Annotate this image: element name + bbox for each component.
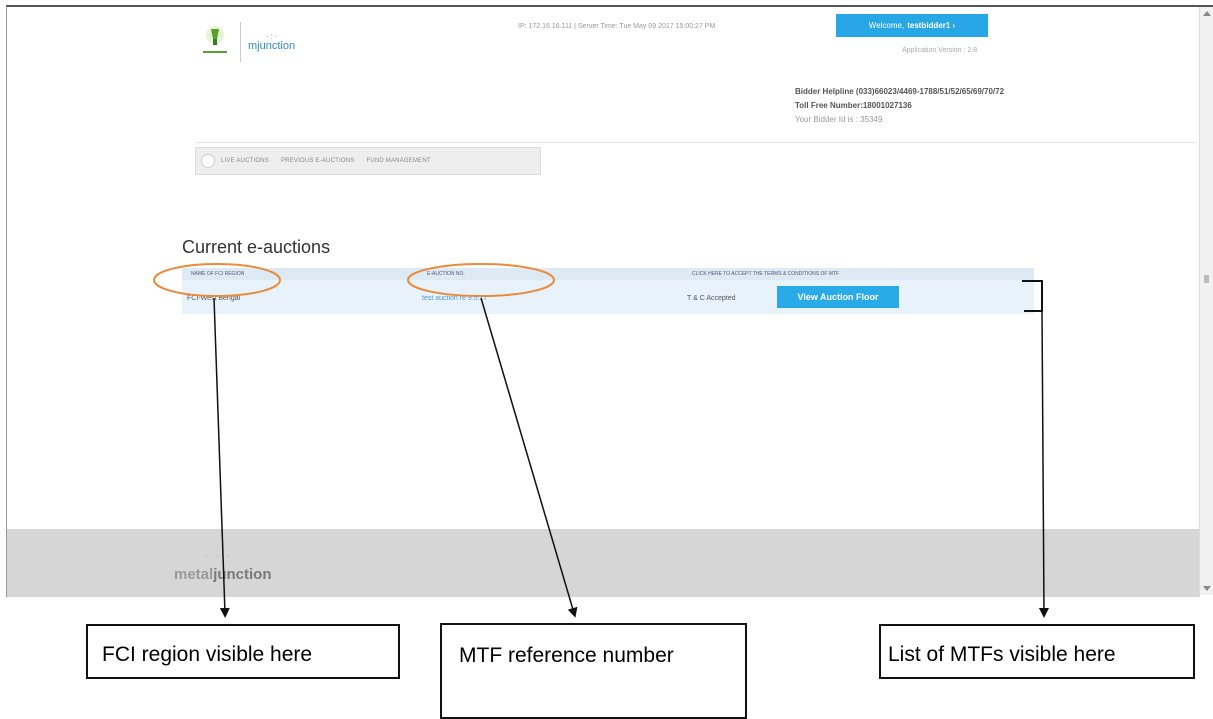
scroll-down-icon[interactable] (1203, 586, 1211, 591)
page-footer: · · · metaljunction (7, 529, 1200, 597)
table-row: FCI-West Bengal test auction re 9.5.17 T… (182, 280, 1034, 314)
cell-region: FCI-West Bengal (187, 295, 241, 302)
welcome-label: Welcome, (868, 21, 905, 30)
footer-logo-dots-icon: · · · (205, 551, 233, 560)
welcome-username: testbidder1 › (907, 21, 956, 30)
column-header-terms: CLICK HERE TO ACCEPT THE TERMS & CONDITI… (692, 271, 840, 277)
nav-fund-management[interactable]: FUND MANAGEMENT (360, 158, 436, 164)
fci-logo-icon (195, 21, 235, 69)
column-header-auction-no: E-AUCTION NO. (427, 271, 465, 277)
nav-live-auctions[interactable]: LIVE AUCTIONS (215, 158, 275, 164)
server-info: IP: 172.16.16.111 | Server Time: Tue May… (518, 23, 716, 30)
column-header-region: NAME OF FCI REGION (191, 271, 245, 277)
footer-logo-suffix: junction (213, 566, 272, 583)
mjunction-logo: ·:· mjunction (248, 32, 308, 60)
page-title: Current e-auctions (182, 237, 331, 257)
bidder-id: Your Bidder Id is : 35349 (795, 115, 883, 124)
toll-free-number: Toll Free Number:18001027136 (795, 101, 912, 110)
annotation-mtf-reference: MTF reference number (440, 623, 747, 719)
metaljunction-logo: metaljunction (174, 566, 272, 583)
scroll-thumb[interactable] (1204, 275, 1209, 283)
app-version: Application Version : 2.8 (902, 47, 978, 54)
table-header: NAME OF FCI REGION E-AUCTION NO. CLICK H… (182, 268, 1034, 280)
browser-viewport: ·:· mjunction IP: 172.16.16.111 | Server… (6, 5, 1213, 597)
home-icon[interactable] (201, 154, 215, 168)
auction-table: NAME OF FCI REGION E-AUCTION NO. CLICK H… (182, 268, 1034, 314)
mjunction-logo-text: mjunction (248, 40, 296, 52)
main-nav: LIVE AUCTIONS PREVIOUS E-AUCTIONS FUND M… (195, 147, 541, 175)
vertical-scrollbar[interactable] (1199, 7, 1213, 595)
screenshot-stage: ·:· mjunction IP: 172.16.16.111 | Server… (0, 0, 1213, 719)
header-divider (195, 142, 1197, 143)
annotation-mtf-list: List of MTFs visible here (879, 624, 1195, 679)
cell-tc-status: T & C Accepted (687, 295, 736, 302)
view-auction-floor-button[interactable]: View Auction Floor (777, 286, 899, 308)
cell-auction-no-link[interactable]: test auction re 9.5.17 (422, 295, 487, 302)
bidder-helpline: Bidder Helpline (033)66023/4469-1788/51/… (795, 87, 1005, 96)
welcome-user-menu[interactable]: Welcome, testbidder1 › (836, 14, 988, 37)
annotation-fci-region: FCI region visible here (86, 624, 400, 679)
nav-previous-e-auctions[interactable]: PREVIOUS E-AUCTIONS (275, 158, 360, 164)
logo-divider (240, 22, 241, 62)
scroll-up-icon[interactable] (1203, 11, 1211, 16)
footer-logo-prefix: metal (174, 566, 214, 583)
